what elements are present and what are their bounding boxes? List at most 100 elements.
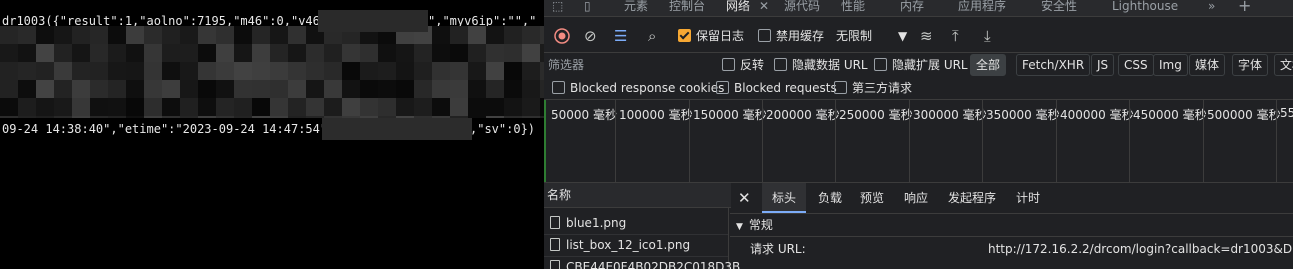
mosaic-cell <box>126 98 144 116</box>
tab-payload[interactable]: 负载 <box>818 183 842 213</box>
request-row[interactable]: CBE44E0F4B02DB2C018D3B... <box>544 256 752 269</box>
inspect-icon[interactable]: ⬚ <box>552 0 563 16</box>
mosaic-cell <box>162 62 180 80</box>
device-toolbar-icon[interactable]: ▯ <box>584 0 591 16</box>
tab-response[interactable]: 响应 <box>904 183 928 213</box>
invert-checkbox[interactable]: 反转 <box>722 53 764 77</box>
timeline-gridline <box>1129 100 1130 182</box>
mosaic-cell <box>18 98 36 116</box>
filter-chip-media[interactable]: 媒体 <box>1189 54 1226 76</box>
record-icon[interactable] <box>554 20 570 52</box>
hide-extension-url-checkbox[interactable]: 隐藏扩展 URL <box>874 53 968 77</box>
tab-security[interactable]: 安全性 <box>1041 0 1077 16</box>
mosaic-cell <box>72 26 90 44</box>
redaction-mosaic <box>0 26 544 134</box>
mosaic-cell <box>90 116 108 134</box>
filter-icon[interactable]: ☰ <box>614 20 627 52</box>
mosaic-cell <box>162 44 180 62</box>
tab-console[interactable]: 控制台 <box>669 0 705 16</box>
close-tab-icon[interactable]: ✕ <box>759 0 769 16</box>
network-timeline-overview[interactable]: 50000 毫秒 100000 毫秒 150000 毫秒 200000 毫秒 2… <box>544 100 1293 183</box>
search-icon[interactable]: ⌕ <box>648 20 656 52</box>
redaction-mosaic-bottom <box>322 118 472 140</box>
network-conditions-icon[interactable]: ≋ <box>920 20 933 52</box>
mosaic-cell <box>180 44 198 62</box>
mosaic-cell <box>108 26 126 44</box>
hide-data-url-box <box>774 58 787 71</box>
tab-elements[interactable]: 元素 <box>624 0 648 16</box>
mosaic-cell <box>144 98 162 116</box>
mosaic-cell <box>36 44 54 62</box>
throttling-select[interactable]: 无限制 ▼ <box>836 20 907 52</box>
filter-chip-js[interactable]: JS <box>1091 54 1115 76</box>
mosaic-cell <box>306 44 324 62</box>
blocked-cookies-checkbox[interactable]: Blocked response cookies <box>552 76 724 100</box>
blocked-cookies-label: Blocked response cookies <box>570 81 725 95</box>
filter-chip-img[interactable]: Img <box>1153 54 1188 76</box>
mosaic-cell <box>324 98 342 116</box>
mosaic-cell <box>468 26 486 44</box>
request-list-header[interactable]: 名称 <box>544 183 731 208</box>
general-section-header[interactable]: ▼ 常规 <box>730 214 1293 237</box>
mosaic-cell <box>234 44 252 62</box>
mosaic-cell <box>216 62 234 80</box>
tab-sources[interactable]: 源代码 <box>784 0 820 16</box>
mosaic-cell <box>180 26 198 44</box>
mosaic-cell <box>36 98 54 116</box>
tab-lighthouse[interactable]: Lighthouse <box>1112 0 1178 16</box>
close-detail-icon[interactable]: ✕ <box>738 183 751 213</box>
mosaic-cell <box>378 98 396 116</box>
mosaic-cell <box>162 80 180 98</box>
mosaic-cell <box>396 62 414 80</box>
mosaic-cell <box>18 116 36 134</box>
hide-data-url-label: 隐藏数据 URL <box>792 58 868 72</box>
request-url-label: 请求 URL: <box>750 242 806 256</box>
mosaic-cell <box>144 44 162 62</box>
filter-input[interactable]: 筛选器 <box>548 55 710 75</box>
mosaic-cell <box>216 26 234 44</box>
preserve-log-checkbox[interactable]: 保留日志 <box>678 20 744 52</box>
mosaic-cell <box>0 44 18 62</box>
mosaic-cell <box>270 62 288 80</box>
mosaic-cell <box>90 44 108 62</box>
clear-icon[interactable]: ⊘ <box>584 20 597 52</box>
request-row[interactable]: list_box_12_ico1.png <box>544 234 728 257</box>
mosaic-cell <box>198 44 216 62</box>
mosaic-cell <box>288 80 306 98</box>
more-tabs-icon[interactable]: » <box>1208 0 1215 16</box>
blocked-cookies-box <box>552 81 565 94</box>
filter-chip-fetch-xhr[interactable]: Fetch/XHR <box>1016 54 1091 76</box>
mosaic-cell <box>0 62 18 80</box>
export-har-icon[interactable]: ⤓ <box>984 20 991 52</box>
mosaic-cell <box>468 80 486 98</box>
mosaic-cell <box>234 98 252 116</box>
import-har-icon[interactable]: ⤒ <box>952 20 959 52</box>
tab-headers[interactable]: 标头 <box>762 183 807 213</box>
disable-cache-checkbox[interactable]: 禁用缓存 <box>758 20 824 52</box>
filter-chip-all[interactable]: 全部 <box>970 54 1007 76</box>
mosaic-cell <box>342 98 360 116</box>
filter-chip-css[interactable]: CSS <box>1118 54 1154 76</box>
mosaic-cell <box>72 116 90 134</box>
blocked-requests-checkbox[interactable]: Blocked requests <box>716 76 837 100</box>
tab-network[interactable]: 网络 <box>726 0 750 16</box>
tab-initiator[interactable]: 发起程序 <box>948 183 996 213</box>
tab-timing[interactable]: 计时 <box>1016 183 1040 213</box>
tab-preview[interactable]: 预览 <box>860 183 884 213</box>
request-name: blue1.png <box>566 216 627 230</box>
third-party-checkbox[interactable]: 第三方请求 <box>834 76 912 100</box>
tab-application[interactable]: 应用程序 <box>958 0 1006 16</box>
mosaic-cell <box>54 116 72 134</box>
devtools-tabbar: ⬚ ▯ 元素 控制台 网络 ✕ 源代码 性能 内存 应用程序 安全性 Light… <box>544 0 1293 17</box>
timeline-gridline <box>615 100 616 182</box>
mosaic-cell <box>522 44 540 62</box>
filter-chip-font[interactable]: 字体 <box>1232 54 1269 76</box>
filter-chip-doc[interactable]: 文档 <box>1274 54 1293 76</box>
tab-memory[interactable]: 内存 <box>900 0 924 16</box>
hide-data-url-checkbox[interactable]: 隐藏数据 URL <box>774 53 868 77</box>
tab-performance[interactable]: 性能 <box>841 0 865 16</box>
add-tab-icon[interactable]: + <box>1238 0 1251 16</box>
mosaic-cell <box>270 80 288 98</box>
request-row[interactable]: blue1.png <box>544 212 728 235</box>
mosaic-cell <box>90 98 108 116</box>
